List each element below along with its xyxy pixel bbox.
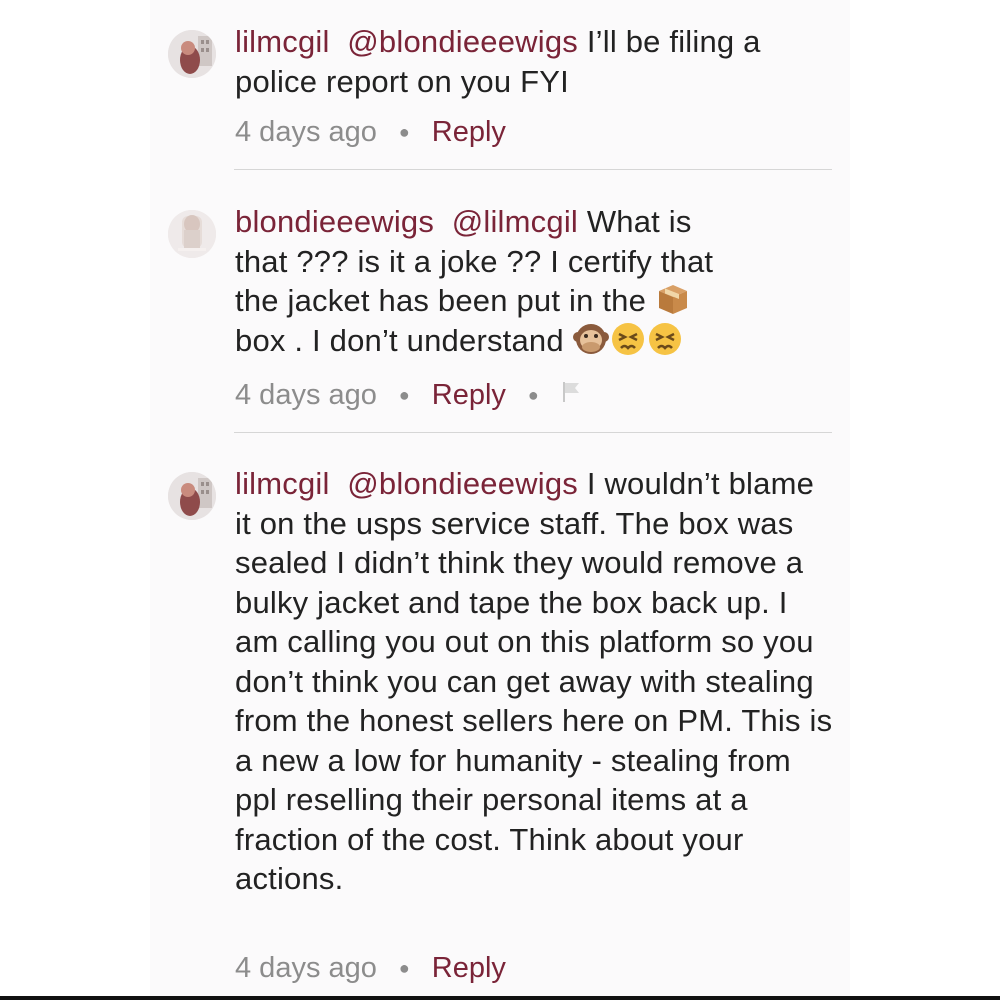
mention-link[interactable]: @lilmcgil	[452, 204, 578, 239]
mention-link[interactable]: @blondieeewigs	[347, 24, 578, 59]
username-link[interactable]: lilmcgil	[235, 24, 330, 59]
package-emoji	[658, 285, 687, 314]
comment-meta: 4 days ago ● Reply	[235, 952, 506, 985]
reply-button[interactable]: Reply	[432, 116, 506, 149]
separator-dot: ●	[398, 958, 410, 978]
comment-body: I wouldn’t blame it on the usps service …	[235, 466, 833, 896]
comment-body-line: box . I don’t understand	[235, 322, 564, 358]
divider	[234, 169, 832, 170]
separator-dot: ●	[398, 385, 410, 405]
separator-dot: ●	[398, 122, 410, 142]
timestamp: 4 days ago	[235, 379, 377, 411]
divider	[234, 432, 832, 433]
comment-meta: 4 days ago ● Reply ●	[235, 379, 581, 412]
comment-body-line: the jacket has been put in the	[235, 283, 647, 318]
comment-text: lilmcgil @blondieeewigs I wouldn’t blame…	[235, 464, 835, 899]
flag-icon[interactable]	[561, 379, 581, 412]
separator-dot: ●	[527, 385, 539, 405]
reply-button[interactable]: Reply	[432, 952, 506, 985]
comment-body-line: that ??? is it a joke ?? I certify that	[235, 243, 714, 279]
comment-text: blondieeewigs @lilmcgil What is that ???…	[235, 202, 835, 360]
speak-no-evil-monkey-emoji	[572, 323, 609, 354]
persevering-face-emoji	[648, 322, 681, 355]
mention-link[interactable]: @blondieeewigs	[347, 466, 578, 501]
username-link[interactable]: lilmcgil	[235, 466, 330, 501]
username-link[interactable]: blondieeewigs	[235, 204, 434, 239]
avatar[interactable]	[168, 30, 216, 78]
comment-meta: 4 days ago ● Reply	[235, 116, 506, 149]
avatar[interactable]	[168, 472, 216, 520]
timestamp: 4 days ago	[235, 116, 377, 148]
reply-button[interactable]: Reply	[432, 379, 506, 412]
avatar[interactable]	[168, 210, 216, 258]
comment-body-line: What is	[586, 204, 692, 239]
persevering-face-emoji	[611, 322, 644, 355]
timestamp: 4 days ago	[235, 952, 377, 984]
comment-text: lilmcgil @blondieeewigs I’ll be filing a…	[235, 22, 835, 101]
bottom-edge	[0, 996, 1000, 1000]
